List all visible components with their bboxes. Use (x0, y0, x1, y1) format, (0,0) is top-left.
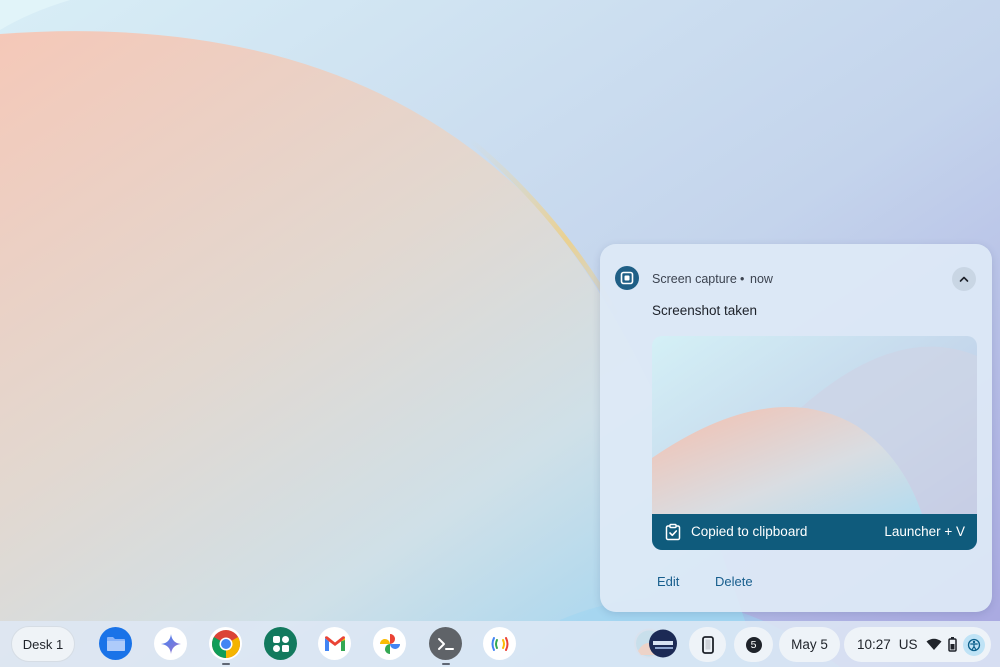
accessibility-icon (967, 638, 980, 651)
screen-capture-icon (615, 266, 639, 290)
clock-text: 10:27 (857, 637, 891, 652)
photos-app[interactable] (373, 627, 406, 660)
play-apps[interactable] (264, 627, 297, 660)
copied-to-clipboard-text: Copied to clipboard (691, 524, 808, 539)
web-app[interactable] (483, 627, 516, 660)
wifi-icon (926, 638, 942, 650)
gmail-app[interactable] (318, 627, 351, 660)
chrome-icon (211, 629, 240, 658)
screenshot-preview[interactable]: Copied to clipboard Launcher + V (652, 336, 977, 550)
terminal-running-indicator (442, 663, 450, 665)
chevron-up-icon (959, 276, 969, 282)
delete-button[interactable]: Delete (715, 574, 753, 589)
apps-grid-icon (272, 635, 289, 652)
files-app[interactable] (99, 627, 132, 660)
screenshot-notification: Screen capture • now Screenshot taken Co… (600, 244, 992, 612)
terminal-icon (437, 637, 454, 650)
status-area[interactable]: 10:27 US (844, 627, 991, 662)
holding-space-tray[interactable] (633, 627, 679, 660)
phone-icon (701, 635, 714, 654)
pinwheel-icon (379, 633, 400, 654)
input-method-text: US (898, 637, 918, 652)
date-tray[interactable]: May 5 (779, 627, 840, 662)
gmail-icon (324, 636, 345, 651)
chrome-app[interactable] (209, 627, 242, 660)
notification-separator: • (740, 272, 745, 286)
notification-time: now (750, 272, 773, 286)
clipboard-banner: Copied to clipboard Launcher + V (652, 514, 977, 550)
date-text: May 5 (791, 637, 828, 652)
notification-count-badge: 5 (745, 636, 762, 653)
clipboard-shortcut-text: Launcher + V (884, 524, 965, 539)
notification-center-button[interactable]: 5 (734, 627, 773, 662)
gemini-sparkle-icon (160, 633, 181, 654)
desk-button[interactable]: Desk 1 (11, 626, 75, 662)
folder-icon (106, 636, 125, 651)
notification-app-name: Screen capture (652, 272, 737, 286)
edit-button[interactable]: Edit (657, 574, 679, 589)
gemini-app[interactable] (154, 627, 187, 660)
terminal-app[interactable] (429, 627, 462, 660)
clipboard-check-icon (664, 523, 682, 544)
battery-icon (947, 637, 957, 652)
rainbow-icon (491, 636, 508, 651)
notification-title: Screenshot taken (652, 303, 758, 318)
recent-screenshots-icon (634, 628, 677, 659)
accessibility-indicator (962, 633, 985, 656)
phone-hub-button[interactable] (689, 627, 726, 662)
collapse-button[interactable] (952, 267, 976, 291)
chrome-running-indicator (222, 663, 230, 665)
